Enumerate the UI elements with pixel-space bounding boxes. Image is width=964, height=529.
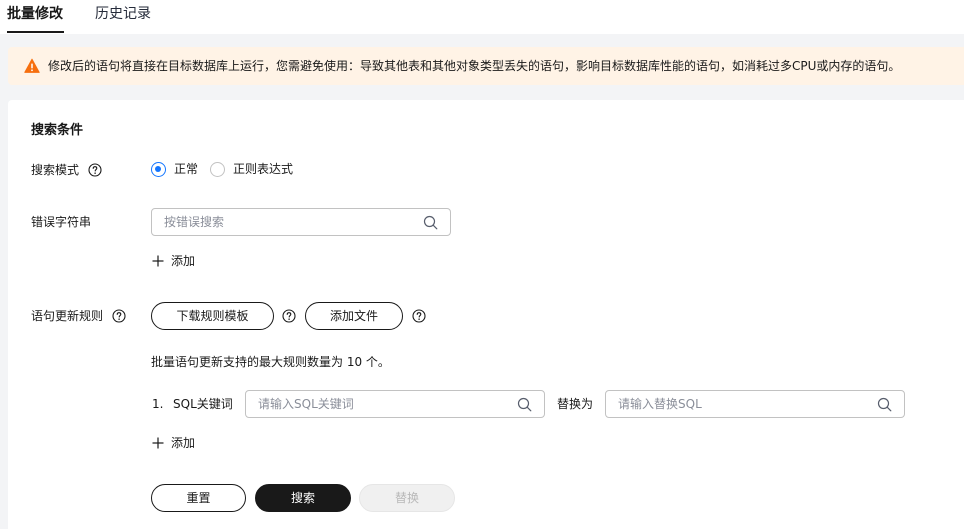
tab-history[interactable]: 历史记录 [95,4,151,24]
help-icon[interactable] [112,309,126,323]
add-error-string-button[interactable]: 添加 [152,253,212,269]
sql-keyword-field[interactable] [245,390,545,418]
plus-icon [152,255,164,267]
tab-bar: 批量修改 历史记录 [0,0,964,34]
sql-keyword-input[interactable] [258,396,508,412]
active-tab-indicator [7,31,64,33]
tab-batch-modify[interactable]: 批量修改 [7,4,63,24]
download-template-button[interactable]: 下载规则模板 [151,302,274,330]
error-string-label: 错误字符串 [31,215,92,229]
replace-sql-field[interactable] [605,390,905,418]
add-label: 添加 [171,436,196,450]
error-search-field[interactable] [151,208,451,236]
search-icon[interactable] [423,215,438,230]
radio-regex-label[interactable]: 正则表达式 [233,161,293,177]
warning-alert: 修改后的语句将直接在目标数据库上运行，您需避免使用：导致其他表和其他对象类型丢失… [8,47,964,85]
add-label: 添加 [171,254,196,268]
replace-button[interactable]: 替换 [359,484,455,512]
help-icon[interactable] [412,309,426,323]
max-rules-hint: 批量语句更新支持的最大规则数量为 10 个。 [151,355,390,369]
error-search-input[interactable] [164,214,414,230]
rules-label: 语句更新规则 [31,309,104,323]
alert-message: 修改后的语句将直接在目标数据库上运行，您需避免使用：导致其他表和其他对象类型丢失… [48,59,901,73]
search-icon[interactable] [877,397,892,412]
radio-normal[interactable] [151,162,166,177]
help-icon[interactable] [282,309,296,323]
sql-keyword-label: SQL关键词 [173,397,233,411]
help-icon[interactable] [88,163,102,177]
search-button[interactable]: 搜索 [255,484,351,512]
plus-icon [152,437,164,449]
rule-index: 1. [152,397,164,411]
replace-sql-input[interactable] [618,396,868,412]
search-mode-label: 搜索模式 [31,163,80,177]
section-title: 搜索条件 [31,123,84,138]
warning-icon [24,58,40,73]
replace-with-label: 替换为 [557,397,594,411]
reset-button[interactable]: 重置 [151,484,246,512]
radio-normal-label[interactable]: 正常 [174,161,198,177]
search-icon[interactable] [517,397,532,412]
add-rule-button[interactable]: 添加 [152,435,212,451]
add-file-button[interactable]: 添加文件 [305,302,403,330]
radio-regex[interactable] [210,162,225,177]
